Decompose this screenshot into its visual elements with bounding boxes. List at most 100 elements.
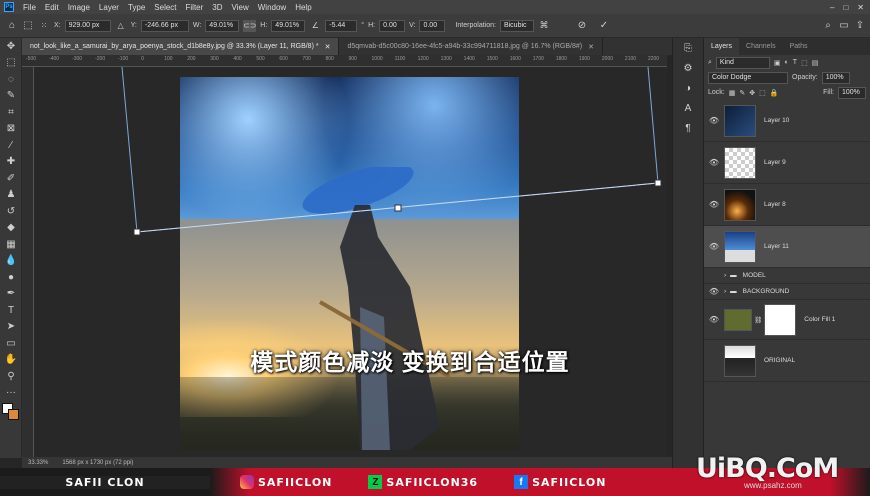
lock-pixels-icon[interactable]: ▦ — [729, 89, 736, 97]
zoom-tool-icon[interactable]: ⚲ — [0, 368, 22, 385]
tab-close-icon[interactable]: ✕ — [325, 43, 331, 51]
share-icon[interactable]: ⇪ — [854, 20, 866, 32]
filter-adjust-icon[interactable]: ◐ — [785, 59, 789, 66]
layer-row[interactable]: 👁 Layer 9 — [704, 142, 870, 184]
menu-window[interactable]: Window — [258, 3, 286, 12]
layer-row[interactable]: 👁 Layer 10 — [704, 100, 870, 142]
tab-samurai-document[interactable]: not_look_like_a_samurai_by_arya_poenya_s… — [22, 38, 340, 55]
lasso-tool-icon[interactable]: ◌ — [0, 71, 22, 88]
maximize-icon[interactable]: □ — [843, 3, 848, 12]
menu-filter[interactable]: Filter — [186, 3, 204, 12]
lock-all-icon[interactable]: 🔒 — [770, 89, 779, 97]
crop-tool-icon[interactable]: ⌗ — [0, 104, 22, 121]
history-brush-icon[interactable]: ↺ — [0, 203, 22, 220]
zoom-level[interactable]: 33.33% — [28, 460, 48, 466]
tab-close-icon[interactable]: ✕ — [588, 43, 594, 51]
more-tools-icon[interactable]: ··· — [0, 385, 22, 402]
workspace-icon[interactable]: ▭ — [838, 20, 850, 32]
menu-help[interactable]: Help — [295, 3, 311, 12]
warp-icon[interactable]: ⌘ — [538, 20, 550, 32]
visibility-eye-icon[interactable]: 👁 — [704, 158, 724, 167]
foreground-background-color[interactable] — [0, 401, 22, 427]
move-tool-icon[interactable]: ✥ — [0, 38, 22, 55]
menu-file[interactable]: File — [23, 3, 36, 12]
layer-row[interactable]: ORIGINAL — [704, 340, 870, 382]
hskew-field[interactable]: 0.00 — [379, 19, 406, 32]
path-select-tool-icon[interactable]: ➤ — [0, 319, 22, 336]
properties-panel-icon[interactable]: ⚙ — [673, 58, 703, 78]
instagram-handle[interactable]: SAFIICLON — [240, 475, 332, 489]
transform-tool-icon[interactable]: ⬚ — [22, 20, 34, 32]
paragraph-panel-icon[interactable]: ¶ — [673, 118, 703, 138]
healing-tool-icon[interactable]: ✚ — [0, 154, 22, 171]
cancel-transform-icon[interactable]: ⊘ — [576, 20, 588, 32]
tab-channels[interactable]: Channels — [739, 38, 783, 55]
menu-type[interactable]: Type — [128, 3, 145, 12]
quick-select-tool-icon[interactable]: ✎ — [0, 88, 22, 105]
shape-tool-icon[interactable]: ▭ — [0, 335, 22, 352]
lock-move-icon[interactable]: ✥ — [749, 89, 755, 97]
commit-transform-icon[interactable]: ✓ — [598, 20, 610, 32]
dodge-tool-icon[interactable]: ● — [0, 269, 22, 286]
history-panel-icon[interactable]: ⎘ — [673, 38, 703, 58]
opacity-field[interactable]: 100% — [821, 71, 850, 84]
lock-artboard-icon[interactable]: ⬚ — [759, 89, 766, 97]
hand-tool-icon[interactable]: ✋ — [0, 352, 22, 369]
link-icon[interactable]: ⊂⊃ — [243, 19, 257, 32]
chevron-right-icon[interactable]: › — [724, 288, 726, 295]
search-icon[interactable]: ⌕ — [822, 20, 834, 32]
tab-paths[interactable]: Paths — [783, 38, 815, 55]
stamp-tool-icon[interactable]: ♟ — [0, 187, 22, 204]
layer-row[interactable]: 👁 Layer 8 — [704, 184, 870, 226]
blend-mode-select[interactable]: Color Dodge — [708, 71, 788, 84]
layer-group-row[interactable]: 👁 › ▬ BACKGROUND — [704, 284, 870, 300]
gradient-tool-icon[interactable]: ▦ — [0, 236, 22, 253]
relative-position-icon[interactable]: △ — [115, 20, 127, 32]
layer-row[interactable]: 👁 ⛓ Color Fill 1 — [704, 300, 870, 340]
close-icon[interactable]: ✕ — [857, 3, 864, 12]
transform-bounding-box[interactable] — [34, 67, 667, 457]
type-tool-icon[interactable]: T — [0, 302, 22, 319]
menu-view[interactable]: View — [232, 3, 249, 12]
kind-filter-select[interactable]: Kind — [715, 56, 770, 69]
w-field[interactable]: 49.01% — [205, 19, 240, 32]
menu-edit[interactable]: Edit — [45, 3, 59, 12]
menu-3d[interactable]: 3D — [212, 3, 222, 12]
visibility-eye-icon[interactable]: 👁 — [704, 287, 724, 296]
menu-select[interactable]: Select — [154, 3, 176, 12]
document-canvas[interactable] — [34, 67, 667, 457]
eyedropper-tool-icon[interactable]: ⁄ — [0, 137, 22, 154]
interpolation-select[interactable]: Bicubic — [499, 19, 534, 32]
filter-shape-icon[interactable]: ⬚ — [801, 59, 808, 67]
y-field[interactable]: -246.66 px — [140, 19, 189, 32]
visibility-eye-icon[interactable]: 👁 — [704, 242, 724, 251]
angle-field[interactable]: -5.44 — [325, 19, 358, 32]
frame-tool-icon[interactable]: ⊠ — [0, 121, 22, 138]
visibility-eye-icon[interactable]: 👁 — [704, 315, 724, 324]
vskew-field[interactable]: 0.00 — [419, 19, 446, 32]
h-field[interactable]: 49.01% — [271, 19, 306, 32]
x-field[interactable]: 929.00 px — [64, 19, 111, 32]
reference-point-icon[interactable]: ⁙ — [38, 20, 50, 32]
visibility-eye-icon[interactable]: 👁 — [704, 116, 724, 125]
blur-tool-icon[interactable]: 💧 — [0, 253, 22, 270]
filter-pixel-icon[interactable]: ▣ — [774, 59, 781, 67]
filter-smart-icon[interactable]: ▤ — [812, 59, 819, 67]
fill-field[interactable]: 100% — [838, 86, 866, 99]
adjustments-panel-icon[interactable]: ◑ — [673, 78, 703, 98]
marquee-tool-icon[interactable]: ⬚ — [0, 55, 22, 72]
layer-group-row[interactable]: › ▬ MODEL — [704, 268, 870, 284]
home-icon[interactable]: ⌂ — [6, 20, 18, 32]
minimize-icon[interactable]: – — [830, 3, 834, 12]
pen-tool-icon[interactable]: ✒ — [0, 286, 22, 303]
chevron-right-icon[interactable]: › — [724, 272, 726, 279]
filter-type-icon[interactable]: T — [793, 59, 797, 66]
menu-layer[interactable]: Layer — [99, 3, 119, 12]
eraser-tool-icon[interactable]: ◆ — [0, 220, 22, 237]
facebook-handle[interactable]: f SAFIICLON — [514, 475, 606, 489]
menu-image[interactable]: Image — [68, 3, 90, 12]
lock-paint-icon[interactable]: ✎ — [739, 89, 745, 97]
deviantart-handle[interactable]: Z SAFIICLON36 — [368, 475, 478, 489]
visibility-eye-icon[interactable]: 👁 — [704, 200, 724, 209]
tab-layers[interactable]: Layers — [704, 38, 740, 55]
